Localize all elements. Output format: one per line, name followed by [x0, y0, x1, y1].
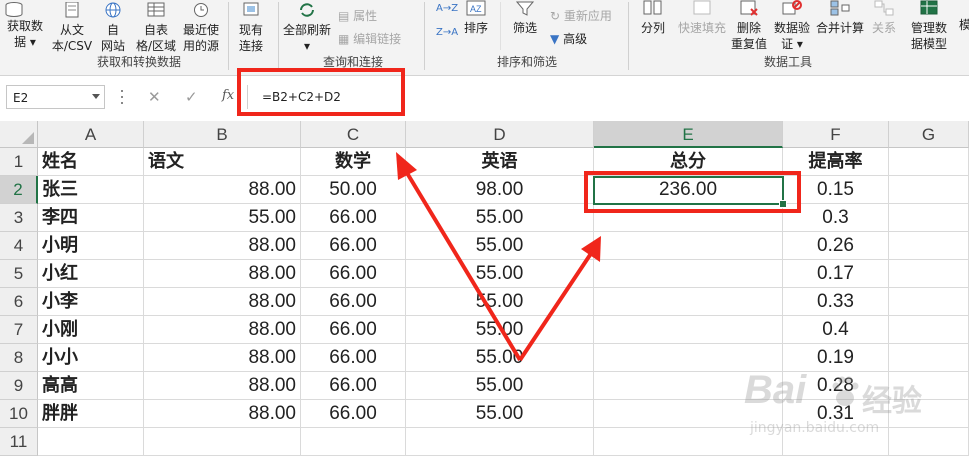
watermark-url: jingyan.baidu.com — [750, 420, 880, 436]
watermark-text: 经验 — [862, 384, 922, 419]
baidu-watermark: Bai 经验 jingyan.baidu.com — [744, 368, 964, 448]
watermark-brand: Bai — [744, 368, 807, 412]
annotation-arrow-to-total — [518, 236, 601, 362]
annotation-arrow-to-formula — [396, 152, 522, 362]
paw-logo-icon — [832, 376, 859, 406]
